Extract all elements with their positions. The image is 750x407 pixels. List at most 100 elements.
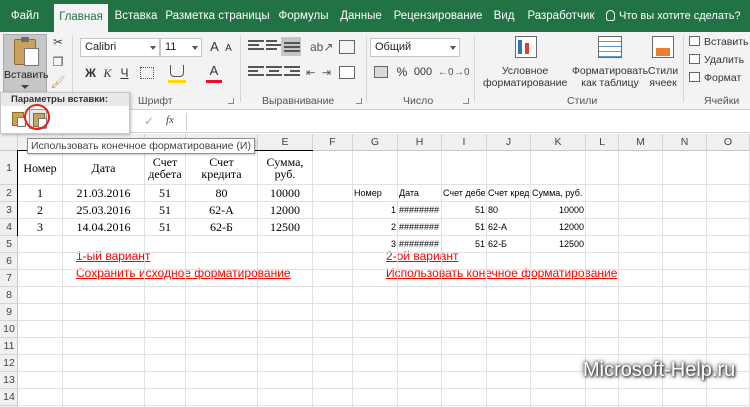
row-header-9[interactable]: 9: [0, 304, 18, 321]
column-header-k[interactable]: K: [531, 134, 586, 151]
align-top-icon[interactable]: [248, 40, 264, 54]
table2-cell-debit[interactable]: 51: [443, 220, 485, 235]
column-header-g[interactable]: G: [353, 134, 398, 151]
column-header-n[interactable]: N: [663, 134, 707, 151]
borders-icon[interactable]: [140, 67, 154, 79]
row-header-3[interactable]: 3: [0, 202, 18, 219]
row-header-8[interactable]: 8: [0, 287, 18, 304]
table1-header-number[interactable]: Номер: [17, 150, 63, 185]
table1-cell-credit[interactable]: 80: [185, 184, 258, 202]
table1-cell-sum[interactable]: 12500: [257, 218, 313, 236]
row-header-5[interactable]: 5: [0, 236, 18, 253]
table2-header-date[interactable]: Дата: [399, 186, 440, 201]
percent-button[interactable]: %: [396, 64, 408, 80]
italic-button[interactable]: К: [101, 65, 114, 81]
grow-font-button[interactable]: A: [208, 39, 221, 55]
align-left-icon[interactable]: [248, 66, 264, 80]
table2-cell-debit[interactable]: 51: [443, 203, 485, 218]
row-header-14[interactable]: 14: [0, 389, 18, 406]
format-cells-button[interactable]: Формат: [689, 72, 741, 84]
align-middle-icon[interactable]: [266, 40, 282, 54]
table1-cell-date[interactable]: 25.03.2016: [62, 201, 145, 219]
table1-header-credit[interactable]: Счет кредита: [185, 150, 258, 185]
row-header-2[interactable]: 2: [0, 185, 18, 202]
table2-cell-sum[interactable]: 10000: [532, 203, 584, 218]
indent-decrease-icon[interactable]: ⇤: [306, 66, 315, 79]
fill-color-icon[interactable]: [170, 65, 184, 77]
table1-cell-sum[interactable]: 10000: [257, 184, 313, 202]
table2-cell-date[interactable]: ########: [399, 220, 440, 235]
font-color-button[interactable]: A: [206, 63, 222, 79]
table2-header-number[interactable]: Номер: [354, 186, 396, 201]
tab-data[interactable]: Данные: [336, 0, 386, 32]
table1-cell-debit[interactable]: 51: [144, 201, 186, 219]
tab-developer[interactable]: Разработчик: [523, 0, 599, 32]
column-header-h[interactable]: H: [398, 134, 442, 151]
underline-button[interactable]: Ч: [118, 65, 131, 81]
formula-input[interactable]: [190, 113, 745, 131]
number-dialog-launcher-icon[interactable]: [463, 98, 469, 104]
number-format-combo[interactable]: Общий: [370, 38, 460, 57]
row-header-10[interactable]: 10: [0, 321, 18, 338]
bold-button[interactable]: Ж: [84, 65, 97, 81]
tab-insert[interactable]: Вставка: [111, 0, 161, 32]
tab-view[interactable]: Вид: [489, 0, 519, 32]
paste-button[interactable]: Вставить: [3, 34, 49, 94]
row-header-12[interactable]: 12: [0, 355, 18, 372]
align-bottom-icon[interactable]: [284, 42, 300, 56]
enter-icon[interactable]: ✓: [144, 114, 154, 128]
select-all-corner[interactable]: [0, 134, 18, 151]
table1-cell-date[interactable]: 14.04.2016: [62, 218, 145, 236]
table1-cell-number[interactable]: 3: [17, 218, 63, 236]
column-header-l[interactable]: L: [586, 134, 619, 151]
merge-center-icon[interactable]: [339, 66, 355, 79]
tab-home[interactable]: Главная: [54, 4, 108, 32]
column-header-o[interactable]: O: [707, 134, 750, 151]
wrap-text-icon[interactable]: [339, 40, 355, 54]
table1-cell-debit[interactable]: 51: [144, 218, 186, 236]
table1-cell-credit[interactable]: 62-А: [185, 201, 258, 219]
font-dialog-launcher-icon[interactable]: [228, 98, 234, 104]
table2-cell-credit[interactable]: 62-А: [488, 220, 529, 235]
table2-cell-number[interactable]: 2: [354, 220, 396, 235]
tell-me-search[interactable]: Что вы хотите сделать?: [606, 0, 741, 32]
delete-cells-button[interactable]: Удалить: [689, 54, 744, 66]
table1-cell-credit[interactable]: 62-Б: [185, 218, 258, 236]
column-header-m[interactable]: M: [619, 134, 663, 151]
indent-increase-icon[interactable]: ⇥: [322, 66, 331, 79]
row-header-1[interactable]: 1: [0, 151, 18, 185]
column-header-e[interactable]: E: [258, 134, 313, 151]
row-header-13[interactable]: 13: [0, 372, 18, 389]
tab-page-layout[interactable]: Разметка страницы: [165, 0, 270, 32]
copy-icon[interactable]: ❐: [50, 54, 66, 70]
table1-header-date[interactable]: Дата: [62, 150, 145, 185]
font-name-combo[interactable]: Calibri: [80, 38, 160, 57]
table2-cell-credit[interactable]: 80: [488, 203, 529, 218]
decimal-increase-icon[interactable]: ←0: [438, 67, 454, 78]
table2-cell-sum[interactable]: 12500: [532, 237, 584, 252]
table2-cell-number[interactable]: 1: [354, 203, 396, 218]
align-right-icon[interactable]: [284, 66, 300, 80]
tab-file[interactable]: Файл: [2, 0, 48, 32]
alignment-dialog-launcher-icon[interactable]: [356, 98, 362, 104]
currency-icon[interactable]: [374, 66, 388, 78]
column-header-j[interactable]: J: [487, 134, 531, 151]
cut-icon[interactable]: ✂: [50, 34, 66, 50]
table1-header-debit[interactable]: Счет дебета: [144, 150, 186, 185]
column-header-i[interactable]: I: [442, 134, 487, 151]
table1-cell-sum[interactable]: 12000: [257, 201, 313, 219]
table1-header-sum[interactable]: Сумма, руб.: [257, 150, 313, 185]
format-painter-icon[interactable]: 🖌: [50, 74, 66, 90]
table2-header-credit[interactable]: Счет кред: [488, 186, 529, 201]
insert-cells-button[interactable]: Вставить: [689, 36, 749, 48]
row-header-6[interactable]: 6: [0, 253, 18, 270]
align-center-icon[interactable]: [266, 66, 282, 80]
orientation-icon[interactable]: ab↗: [310, 40, 333, 54]
table2-cell-credit[interactable]: 62-Б: [488, 237, 529, 252]
table1-cell-date[interactable]: 21.03.2016: [62, 184, 145, 202]
table2-cell-sum[interactable]: 12000: [532, 220, 584, 235]
row-header-4[interactable]: 4: [0, 219, 18, 236]
tab-formulas[interactable]: Формулы: [275, 0, 332, 32]
table1-cell-number[interactable]: 1: [17, 184, 63, 202]
font-size-combo[interactable]: 11: [160, 38, 202, 57]
